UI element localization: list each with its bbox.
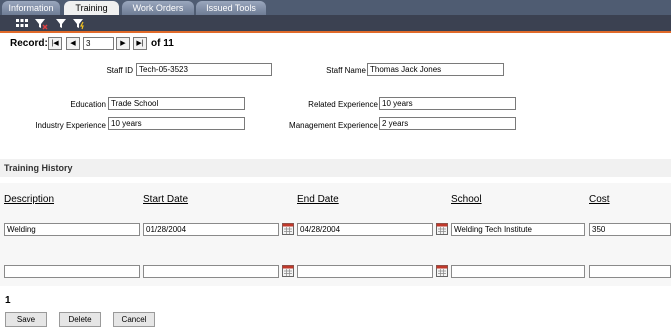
tab-issued-tools[interactable]: Issued Tools — [196, 1, 266, 15]
column-header-description[interactable]: Description — [4, 194, 54, 205]
first-record-button[interactable]: |◀ — [48, 37, 62, 50]
row-description-field[interactable]: Welding — [4, 223, 140, 236]
related-experience-field[interactable]: 10 years — [379, 97, 516, 110]
filter-icon[interactable] — [54, 17, 68, 30]
filter-apply-icon[interactable] — [72, 17, 86, 30]
calendar-icon[interactable] — [282, 265, 294, 277]
column-header-school[interactable]: School — [451, 194, 482, 205]
row-end-date-field[interactable] — [297, 265, 433, 278]
calendar-icon[interactable] — [282, 223, 294, 235]
row-end-date-field[interactable]: 04/28/2004 — [297, 223, 433, 236]
toolbar — [0, 15, 671, 33]
record-number-input[interactable] — [83, 37, 114, 50]
filter-remove-icon[interactable] — [34, 17, 48, 30]
delete-button[interactable]: Delete — [59, 312, 101, 327]
calendar-icon[interactable] — [436, 223, 448, 235]
management-experience-label: Management Experience — [289, 121, 378, 130]
tab-work-orders[interactable]: Work Orders — [122, 1, 194, 15]
industry-experience-label: Industry Experience — [35, 121, 106, 130]
education-label: Education — [70, 100, 106, 109]
training-history-band — [0, 159, 671, 177]
row-start-date-field[interactable]: 01/28/2004 — [143, 223, 279, 236]
column-header-start-date[interactable]: Start Date — [143, 194, 188, 205]
staff-id-label: Staff ID — [106, 66, 133, 75]
staff-name-label: Staff Name — [326, 66, 366, 75]
record-count: of 11 — [151, 38, 174, 49]
related-experience-label: Related Experience — [308, 100, 378, 109]
staff-name-field[interactable]: Thomas Jack Jones — [367, 63, 504, 76]
management-experience-field[interactable]: 2 years — [379, 117, 516, 130]
cancel-button[interactable]: Cancel — [113, 312, 155, 327]
row-school-field[interactable] — [451, 265, 585, 278]
column-header-cost[interactable]: Cost — [589, 194, 610, 205]
calendar-icon[interactable] — [436, 265, 448, 277]
tab-training[interactable]: Training — [64, 1, 119, 15]
training-history-title: Training History — [4, 163, 73, 173]
education-field[interactable]: Trade School — [108, 97, 245, 110]
staff-id-field[interactable]: Tech-05-3523 — [136, 63, 272, 76]
record-label: Record: — [10, 38, 48, 49]
row-description-field[interactable] — [4, 265, 140, 278]
grid-view-icon[interactable] — [15, 17, 29, 30]
page-number[interactable]: 1 — [5, 295, 11, 306]
row-school-field[interactable]: Welding Tech Institute — [451, 223, 585, 236]
column-header-end-date[interactable]: End Date — [297, 194, 339, 205]
row-start-date-field[interactable] — [143, 265, 279, 278]
save-button[interactable]: Save — [5, 312, 47, 327]
row-cost-field[interactable] — [589, 265, 671, 278]
next-record-button[interactable]: ▶ — [116, 37, 130, 50]
tab-information[interactable]: Information — [2, 1, 60, 15]
industry-experience-field[interactable]: 10 years — [108, 117, 245, 130]
tab-strip: Information Training Work Orders Issued … — [0, 0, 671, 15]
row-cost-field[interactable]: 350 — [589, 223, 671, 236]
last-record-button[interactable]: ▶| — [133, 37, 147, 50]
previous-record-button[interactable]: ◀ — [66, 37, 80, 50]
